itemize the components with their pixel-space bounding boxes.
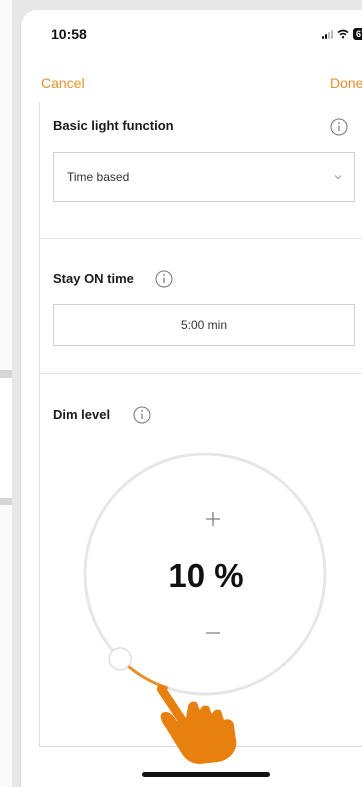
dial-handle[interactable] [108,647,132,671]
divider [40,373,362,374]
stay-on-input[interactable]: 5:00 min [53,304,355,346]
basic-light-select[interactable]: Time based [53,152,355,202]
tap-hand-icon [156,685,237,764]
home-indicator [142,772,270,777]
minus-icon[interactable] [203,623,223,643]
background-window-edge [0,0,12,787]
dim-value: 10 % [168,557,244,594]
nav-bar: Cancel Done [21,70,362,100]
status-time: 10:58 [51,26,87,42]
info-icon[interactable] [330,118,348,136]
cancel-button[interactable]: Cancel [41,75,85,91]
info-icon[interactable] [155,270,173,288]
plus-icon[interactable] [203,509,223,529]
wifi-icon [337,29,349,39]
dim-level-label: Dim level [53,407,111,422]
settings-card: Basic light function Time based Stay ON … [39,102,362,764]
signal-icon [321,29,333,39]
phone-screen: 10:58 67 Cancel Done Basic light functio… [20,10,362,787]
stay-on-label: Stay ON time [53,271,134,286]
chevron-down-icon [334,175,342,180]
info-icon[interactable] [133,406,151,424]
basic-light-label: Basic light function [53,118,174,133]
status-icons: 67 [321,28,362,40]
basic-light-value: Time based [67,170,130,184]
status-bar: 10:58 67 [21,10,362,54]
done-button[interactable]: Done [330,75,362,91]
divider [40,238,362,239]
battery-icon: 67 [352,28,362,40]
